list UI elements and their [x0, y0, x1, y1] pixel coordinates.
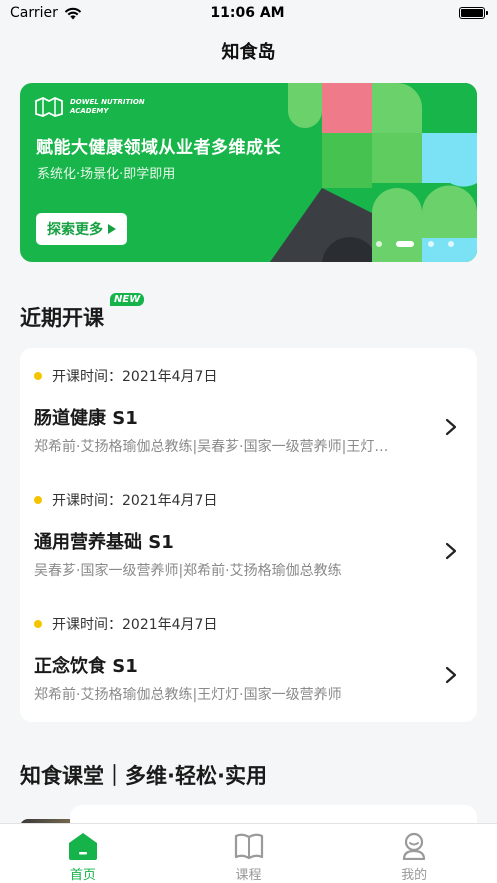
- promo-banner[interactable]: DOWEL NUTRITION ACADEMY 赋能大健康领域从业者多维成长 系…: [20, 83, 477, 262]
- explore-more-label: 探索更多: [47, 222, 103, 238]
- battery-fill: [461, 9, 483, 17]
- explore-more-button[interactable]: 探索更多: [36, 213, 127, 245]
- course-start-time: 开课时间：2021年4月7日: [34, 614, 217, 634]
- upcoming-section-title: 近期开课: [20, 306, 104, 330]
- chevron-right-icon[interactable]: [445, 666, 457, 684]
- tab-home[interactable]: 首页: [0, 824, 166, 883]
- course-item[interactable]: 开课时间：2021年4月7日 通用营养基础 S1 吴春芗·国家一级营养师|郑希前…: [20, 472, 477, 592]
- banner-artwork: [270, 83, 477, 262]
- wifi-icon: [64, 7, 82, 19]
- classroom-section-title: 知食课堂｜多维·轻松·实用: [20, 764, 267, 788]
- tab-profile[interactable]: 我的: [331, 824, 497, 883]
- status-dot: [34, 620, 42, 628]
- course-name: 正念饮食 S1: [34, 656, 138, 677]
- course-name: 通用营养基础 S1: [34, 532, 174, 553]
- course-time-label: 开课时间：2021年4月7日: [52, 369, 218, 385]
- tab-label: 我的: [401, 868, 428, 883]
- clock: 11:06 AM: [210, 5, 285, 21]
- banner-title: 赋能大健康领域从业者多维成长: [36, 138, 281, 158]
- status-bar: Carrier 11:06 AM: [0, 0, 497, 26]
- new-badge: NEW: [110, 293, 145, 306]
- course-start-time: 开课时间：2021年4月7日: [34, 490, 217, 510]
- logo-line-1: DOWEL NUTRITION: [70, 98, 145, 106]
- play-triangle-icon: [108, 224, 116, 234]
- logo-line-2: ACADEMY: [70, 107, 109, 115]
- carousel-dot[interactable]: [448, 241, 454, 247]
- upcoming-course-list: 开课时间：2021年4月7日 肠道健康 S1 郑希前·艾扬格瑜伽总教练|吴春芗·…: [20, 348, 477, 722]
- academy-logo-icon: [35, 97, 63, 117]
- course-teachers: 郑希前·艾扬格瑜伽总教练|吴春芗·国家一级营养师|王灯…: [34, 439, 389, 455]
- status-dot: [34, 496, 42, 504]
- course-item[interactable]: 开课时间：2021年4月7日 肠道健康 S1 郑希前·艾扬格瑜伽总教练|吴春芗·…: [20, 348, 477, 468]
- academy-logo: DOWEL NUTRITION ACADEMY: [34, 97, 145, 117]
- course-start-time: 开课时间：2021年4月7日: [34, 366, 217, 386]
- course-teachers: 郑希前·艾扬格瑜伽总教练|王灯灯·国家一级营养师: [34, 687, 342, 703]
- profile-icon: [403, 832, 426, 860]
- course-time-label: 开课时间：2021年4月7日: [52, 617, 218, 633]
- banner-subtitle: 系统化·场景化·即学即用: [37, 167, 176, 182]
- tab-label: 首页: [69, 868, 96, 883]
- tab-bar: 首页 课程 我的: [0, 823, 497, 883]
- carrier-label: Carrier: [10, 5, 58, 21]
- course-name: 肠道健康 S1: [34, 408, 138, 429]
- course-item[interactable]: 开课时间：2021年4月7日 正念饮食 S1 郑希前·艾扬格瑜伽总教练|王灯灯·…: [20, 596, 477, 716]
- carousel-dot-active[interactable]: [396, 241, 414, 247]
- page-title: 知食岛: [221, 42, 276, 63]
- chevron-right-icon[interactable]: [445, 418, 457, 436]
- carousel-dot[interactable]: [428, 241, 434, 247]
- tab-label: 课程: [235, 868, 262, 883]
- status-dot: [34, 372, 42, 380]
- chevron-right-icon[interactable]: [445, 542, 457, 560]
- battery-icon: [459, 7, 488, 19]
- carousel-dot[interactable]: [376, 241, 382, 247]
- book-icon: [234, 833, 263, 860]
- tab-courses[interactable]: 课程: [166, 824, 332, 883]
- carousel-indicator: [376, 241, 454, 247]
- course-teachers: 吴春芗·国家一级营养师|郑希前·艾扬格瑜伽总教练: [34, 563, 342, 579]
- home-icon: [68, 833, 97, 860]
- course-time-label: 开课时间：2021年4月7日: [52, 493, 218, 509]
